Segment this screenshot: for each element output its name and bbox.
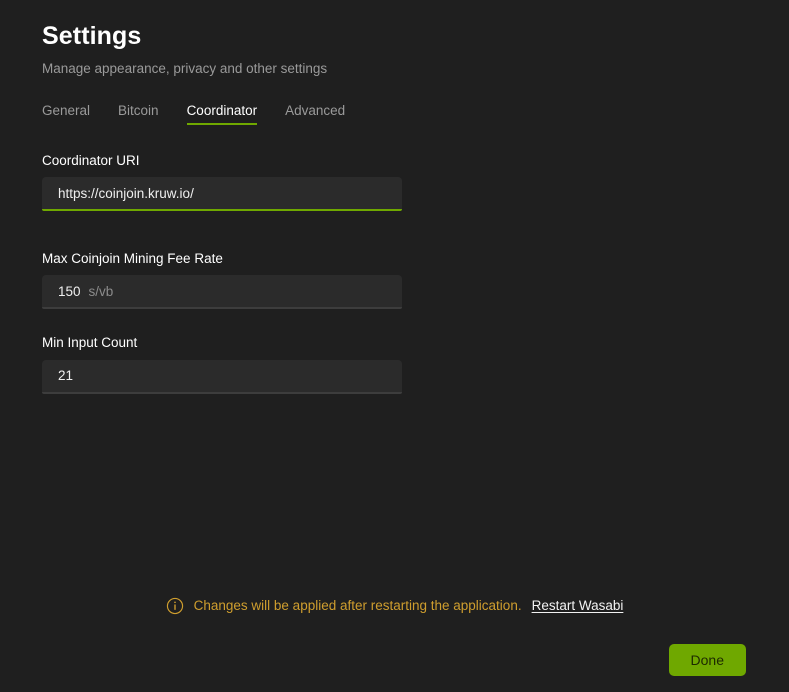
coordinator-uri-label: Coordinator URI	[42, 152, 140, 168]
settings-content: Settings Manage appearance, privacy and …	[0, 0, 789, 594]
page-subtitle: Manage appearance, privacy and other set…	[42, 60, 328, 76]
min-input-count-label: Min Input Count	[42, 335, 138, 351]
tab-general[interactable]: General	[42, 104, 90, 125]
max-mining-fee-rate-input[interactable]: 150 s/vb	[42, 275, 402, 310]
restart-wasabi-link[interactable]: Restart Wasabi	[532, 598, 624, 614]
settings-page: Settings Manage appearance, privacy and …	[0, 0, 789, 692]
coordinator-uri-value: https://coinjoin.kruw.io/	[58, 185, 194, 201]
field-min-input-count: Min Input Count 21	[42, 335, 402, 394]
field-max-mining-fee-rate: Max Coinjoin Mining Fee Rate 150 s/vb	[42, 251, 402, 310]
max-mining-fee-rate-label: Max Coinjoin Mining Fee Rate	[42, 251, 223, 267]
restart-warning-bar: Changes will be applied after restarting…	[42, 594, 747, 618]
field-coordinator-uri: Coordinator URI https://coinjoin.kruw.io…	[42, 152, 402, 212]
info-circle-icon	[166, 597, 183, 615]
settings-tabs: General Bitcoin Coordinator Advanced	[42, 103, 747, 125]
tab-bitcoin[interactable]: Bitcoin	[118, 104, 159, 125]
settings-footer: Changes will be applied after restarting…	[0, 594, 789, 692]
min-input-count-input[interactable]: 21	[42, 359, 402, 394]
field-spacer	[42, 237, 747, 251]
min-input-count-value: 21	[58, 368, 74, 383]
coordinator-uri-input[interactable]: https://coinjoin.kruw.io/	[42, 177, 402, 212]
done-button[interactable]: Done	[668, 644, 746, 676]
max-mining-fee-rate-unit: s/vb	[88, 283, 114, 299]
restart-warning-text: Changes will be applied after restarting…	[193, 597, 522, 613]
tab-coordinator[interactable]: Coordinator	[186, 104, 258, 125]
max-mining-fee-rate-value: 150	[58, 283, 81, 299]
page-title: Settings	[42, 22, 142, 50]
footer-button-row: Done	[42, 644, 747, 676]
tab-advanced[interactable]: Advanced	[285, 104, 345, 125]
